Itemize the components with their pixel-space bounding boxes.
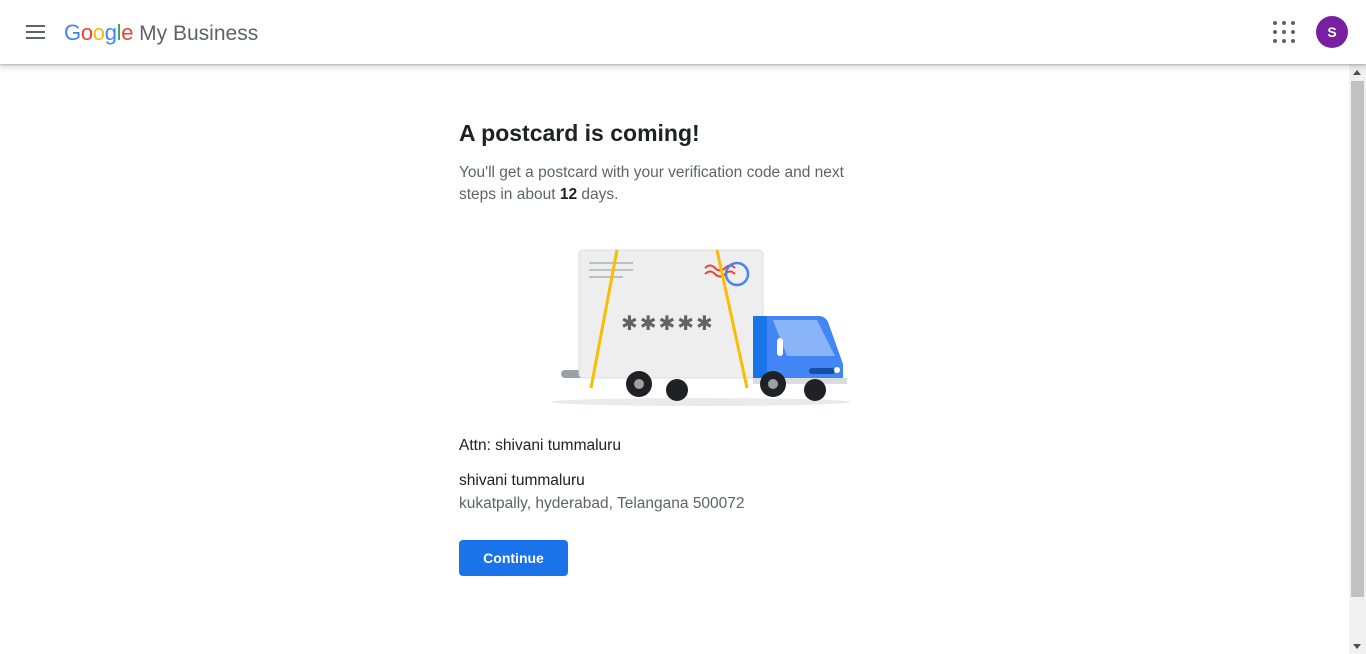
apps-grid-icon[interactable] [1270, 18, 1298, 46]
top-app-bar: Google My Business S [0, 0, 1366, 64]
google-wordmark: Google [64, 18, 133, 48]
scrollbar-thumb[interactable] [1351, 81, 1364, 597]
scroll-down-arrow-icon[interactable] [1353, 644, 1361, 649]
description-text: You'll get a postcard with your verifica… [459, 164, 844, 203]
product-name: My Business [139, 22, 259, 45]
logo-letter: g [104, 20, 117, 45]
logo-letter: e [121, 20, 134, 45]
hamburger-menu-icon[interactable] [22, 18, 50, 46]
delivery-truck-postcard-icon: ✱✱✱✱✱ [541, 242, 851, 412]
verification-code-mask: ✱✱✱✱✱ [621, 311, 715, 335]
page-title: A postcard is coming! [459, 120, 700, 146]
logo-letter: G [64, 20, 81, 45]
scroll-up-arrow-icon[interactable] [1353, 70, 1361, 75]
postcard-description: You'll get a postcard with your verifica… [459, 162, 879, 206]
description-suffix: days. [577, 186, 619, 203]
vertical-scrollbar[interactable] [1349, 64, 1366, 654]
mailing-address: kukatpally, hyderabad, Telangana 500072 [459, 495, 745, 512]
attention-line: Attn: shivani tummaluru [459, 437, 621, 454]
google-my-business-logo[interactable]: Google My Business [64, 18, 258, 48]
recipient-name: shivani tummaluru [459, 472, 585, 489]
days-count: 12 [559, 186, 578, 203]
account-avatar[interactable]: S [1316, 16, 1348, 48]
continue-button[interactable]: Continue [459, 540, 568, 576]
logo-letter: o [80, 20, 93, 45]
logo-letter: o [92, 20, 105, 45]
